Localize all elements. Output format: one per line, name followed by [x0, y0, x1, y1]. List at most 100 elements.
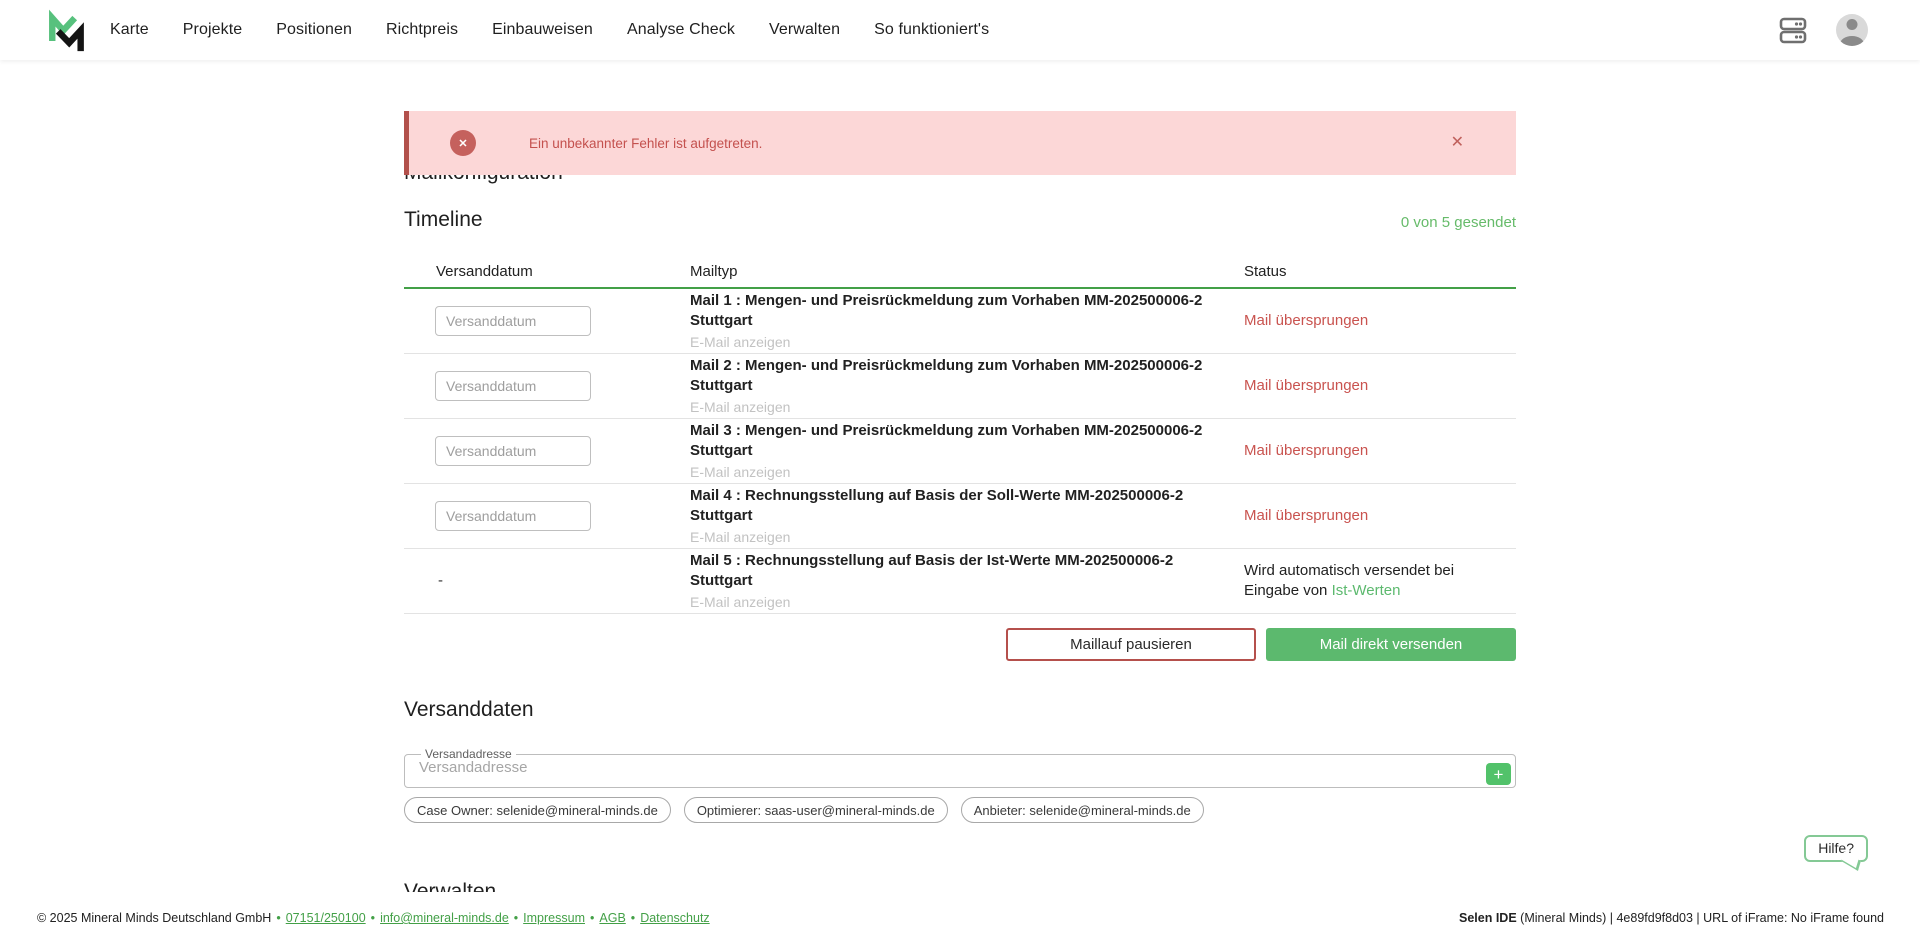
footer-link-07151-250100[interactable]: 07151/250100: [286, 911, 366, 925]
nav-item-verwalten[interactable]: Verwalten: [769, 21, 840, 39]
ist-werten-link[interactable]: Ist-Werten: [1332, 582, 1401, 599]
alert-close-icon[interactable]: ✕: [1451, 135, 1464, 151]
error-icon: ✕: [450, 130, 476, 156]
status-cell: Mail übersprungen: [1232, 376, 1516, 396]
versanddatum-cell: [404, 371, 666, 401]
show-email-link[interactable]: E-Mail anzeigen: [690, 529, 790, 545]
nav-item-positionen[interactable]: Positionen: [276, 21, 352, 39]
no-date-dash: -: [435, 572, 443, 589]
nav-item-projekte[interactable]: Projekte: [183, 21, 243, 39]
footer-right: Selen IDE (Mineral Minds) | 4e89fd9f8d03…: [1459, 911, 1884, 925]
nav-item-richtpreis[interactable]: Richtpreis: [386, 21, 458, 39]
status-cell: Wird automatisch versendet bei Eingabe v…: [1232, 561, 1516, 601]
versanddatum-input[interactable]: [435, 306, 591, 336]
alert-message: Ein unbekannter Fehler ist aufgetreten.: [529, 136, 762, 151]
status-text: Mail übersprungen: [1244, 377, 1368, 394]
footer-copyright: © 2025 Mineral Minds Deutschland GmbH: [37, 911, 271, 925]
versandadresse-field-wrap: Versandadresse +: [404, 747, 1516, 788]
mail-row: Mail 1 : Mengen- und Preisrückmeldung zu…: [404, 289, 1516, 354]
status-text: Mail übersprungen: [1244, 312, 1368, 329]
status-text: Mail übersprungen: [1244, 442, 1368, 459]
show-email-link[interactable]: E-Mail anzeigen: [690, 464, 790, 480]
footer-link-datenschutz[interactable]: Datenschutz: [640, 911, 709, 925]
mailtyp-cell: Mail 4 : Rechnungsstellung auf Basis der…: [666, 486, 1232, 547]
mailtyp-cell: Mail 1 : Mengen- und Preisrückmeldung zu…: [666, 291, 1232, 352]
status-cell: Mail übersprungen: [1232, 506, 1516, 526]
table-body: Mail 1 : Mengen- und Preisrückmeldung zu…: [404, 289, 1516, 614]
column-header-status: Status: [1232, 263, 1516, 280]
mail-timeline-table: Versanddatum Mailtyp Status Mail 1 : Men…: [404, 255, 1516, 614]
footer-separator: •: [514, 911, 518, 925]
versandadresse-fieldset: Versandadresse: [404, 747, 1516, 788]
pause-maillauf-button[interactable]: Maillauf pausieren: [1006, 628, 1256, 661]
mail-row: Mail 4 : Rechnungsstellung auf Basis der…: [404, 484, 1516, 549]
column-header-versanddatum: Versanddatum: [404, 263, 666, 280]
nav-right: [1778, 14, 1868, 46]
footer: © 2025 Mineral Minds Deutschland GmbH • 0…: [0, 905, 1920, 943]
sent-counter: 0 von 5 gesendet: [1401, 214, 1516, 233]
address-chip: Anbieter: selenide@mineral-minds.de: [961, 797, 1204, 823]
versanddatum-input[interactable]: [435, 371, 591, 401]
timeline-header-row: Timeline 0 von 5 gesendet: [404, 207, 1516, 233]
main-content: ✕ Ein unbekannter Fehler ist aufgetreten…: [404, 0, 1516, 892]
column-header-mailtyp: Mailtyp: [666, 263, 1232, 280]
footer-app-name: Selen IDE: [1459, 911, 1517, 925]
footer-link-agb[interactable]: AGB: [599, 911, 625, 925]
avatar-head: [1847, 19, 1858, 30]
footer-separator: •: [590, 911, 594, 925]
nav-item-einbauweisen[interactable]: Einbauweisen: [492, 21, 593, 39]
versanddatum-cell: [404, 436, 666, 466]
table-header: Versanddatum Mailtyp Status: [404, 255, 1516, 289]
help-button[interactable]: Hilfe?: [1804, 835, 1868, 862]
mailtyp-cell: Mail 5 : Rechnungsstellung auf Basis der…: [666, 551, 1232, 612]
user-avatar-icon[interactable]: [1836, 14, 1868, 46]
send-mail-button[interactable]: Mail direkt versenden: [1266, 628, 1516, 661]
server-icon[interactable]: [1778, 15, 1808, 45]
nav-item-analyse-check[interactable]: Analyse Check: [627, 21, 735, 39]
status-text: Mail übersprungen: [1244, 507, 1368, 524]
mail-title: Mail 5 : Rechnungsstellung auf Basis der…: [690, 551, 1232, 591]
add-address-button[interactable]: +: [1486, 763, 1511, 785]
status-cell: Mail übersprungen: [1232, 311, 1516, 331]
nav-items: Karte Projekte Positionen Richtpreis Einbauw…: [110, 21, 989, 39]
nav-item-karte[interactable]: Karte: [110, 21, 149, 39]
mail-title: Mail 1 : Mengen- und Preisrückmeldung zu…: [690, 291, 1232, 331]
mail-row: - Mail 5 : Rechnungsstellung auf Basis d…: [404, 549, 1516, 614]
versanddatum-cell: -: [404, 572, 666, 590]
mail-row: Mail 2 : Mengen- und Preisrückmeldung zu…: [404, 354, 1516, 419]
address-chip: Optimierer: saas-user@mineral-minds.de: [684, 797, 948, 823]
mailtyp-cell: Mail 3 : Mengen- und Preisrückmeldung zu…: [666, 421, 1232, 482]
footer-links: • 07151/250100 • info@mineral-minds.de • Impr…: [271, 911, 709, 925]
footer-separator: •: [371, 911, 375, 925]
mail-title: Mail 4 : Rechnungsstellung auf Basis der…: [690, 486, 1232, 526]
verwalten-heading: Verwalten: [404, 879, 1516, 892]
avatar-shoulders: [1840, 36, 1864, 46]
versanddatum-input[interactable]: [435, 436, 591, 466]
versandadresse-input[interactable]: [419, 759, 1459, 776]
footer-meta: (Mineral Minds) | 4e89fd9f8d03 | URL of …: [1517, 911, 1884, 925]
show-email-link[interactable]: E-Mail anzeigen: [690, 334, 790, 350]
timeline-actions: Maillauf pausieren Mail direkt versenden: [404, 628, 1516, 661]
timeline-heading: Timeline: [404, 207, 483, 233]
verwalten-section-clipped: Verwalten: [404, 879, 1516, 892]
nav-item-so-funktioniert-s[interactable]: So funktioniert's: [874, 21, 989, 39]
mail-title: Mail 3 : Mengen- und Preisrückmeldung zu…: [690, 421, 1232, 461]
mailtyp-cell: Mail 2 : Mengen- und Preisrückmeldung zu…: [666, 356, 1232, 417]
versanddaten-heading: Versanddaten: [404, 697, 1516, 723]
versanddatum-cell: [404, 306, 666, 336]
top-navbar: Karte Projekte Positionen Richtpreis Einbauw…: [0, 0, 1920, 60]
footer-link-info-mineral-minds-de[interactable]: info@mineral-minds.de: [380, 911, 509, 925]
footer-separator: •: [276, 911, 280, 925]
error-alert: ✕ Ein unbekannter Fehler ist aufgetreten…: [404, 111, 1516, 175]
footer-link-impressum[interactable]: Impressum: [523, 911, 585, 925]
mail-row: Mail 3 : Mengen- und Preisrückmeldung zu…: [404, 419, 1516, 484]
show-email-link[interactable]: E-Mail anzeigen: [690, 594, 790, 610]
status-cell: Mail übersprungen: [1232, 441, 1516, 461]
mineral-minds-logo[interactable]: [44, 7, 88, 53]
versanddatum-cell: [404, 501, 666, 531]
show-email-link[interactable]: E-Mail anzeigen: [690, 399, 790, 415]
versanddatum-input[interactable]: [435, 501, 591, 531]
footer-separator: •: [631, 911, 635, 925]
mail-title: Mail 2 : Mengen- und Preisrückmeldung zu…: [690, 356, 1232, 396]
address-chips: Case Owner: selenide@mineral-minds.deOpt…: [404, 797, 1516, 823]
